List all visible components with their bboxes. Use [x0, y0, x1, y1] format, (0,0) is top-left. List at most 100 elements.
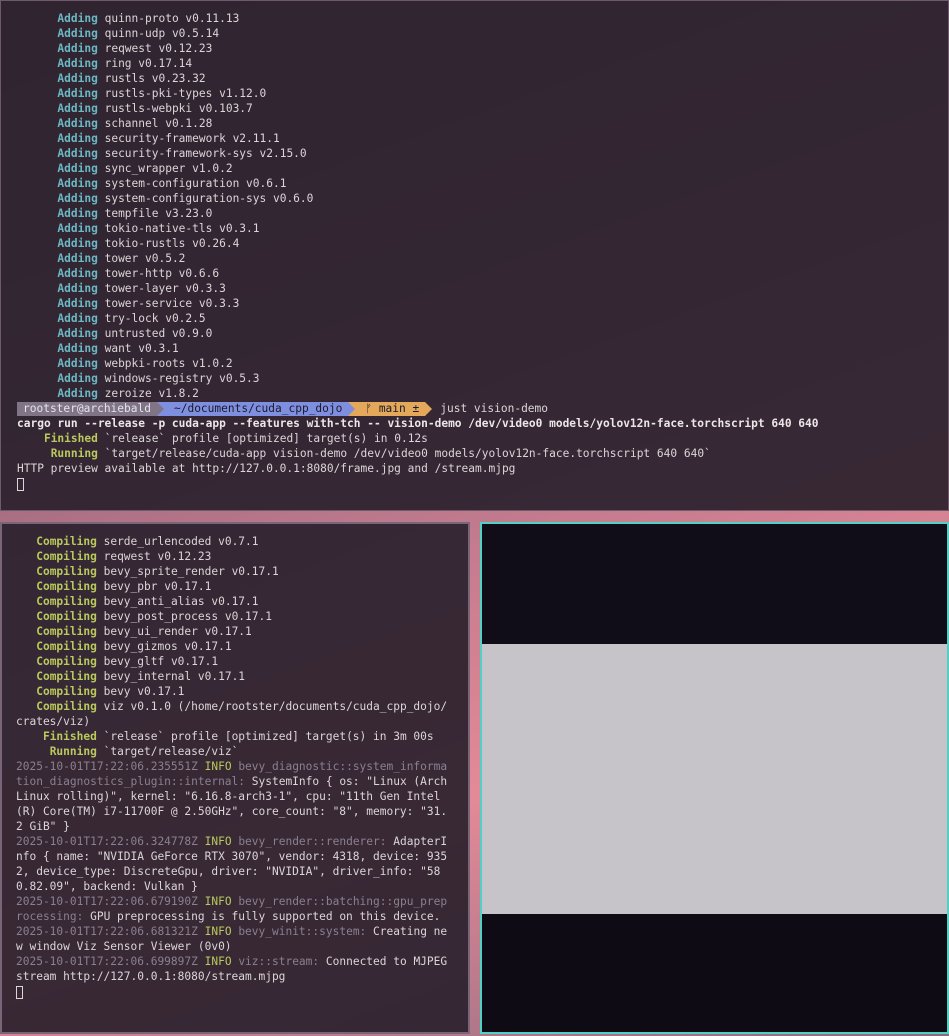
crate-name: try-lock v0.2.5: [104, 312, 206, 325]
compiling-line: Compiling bevy_pbr v0.17.1: [16, 579, 452, 594]
http-preview-line: HTTP preview available at http://127.0.0…: [17, 462, 516, 475]
compiling-label: Compiling: [36, 670, 97, 683]
adding-label: Adding: [57, 177, 98, 190]
compiling-line: Compiling bevy_ui_render v0.17.1: [16, 624, 452, 639]
terminal-cursor-line: [17, 476, 948, 491]
adding-label: Adding: [57, 372, 98, 385]
letterbox-bar-bottom: [482, 914, 947, 1032]
adding-line: Adding reqwest v0.12.23: [17, 41, 948, 56]
log-module: bevy_winit::system:: [238, 925, 367, 938]
adding-label: Adding: [57, 192, 98, 205]
running-line: Running `target/release/viz`: [16, 744, 468, 759]
log-level: INFO: [204, 955, 232, 968]
adding-label: Adding: [57, 327, 98, 340]
compiling-line: Compiling bevy_anti_alias v0.17.1: [16, 594, 452, 609]
adding-label: Adding: [57, 72, 98, 85]
finished-label: Finished: [43, 432, 98, 445]
compiling-line: Compiling bevy v0.17.1: [16, 684, 452, 699]
adding-line: Adding schannel v0.1.28: [17, 116, 948, 131]
adding-line: Adding tempfile v3.23.0: [17, 206, 948, 221]
log-level: INFO: [204, 895, 232, 908]
crate-name: bevy_sprite_render v0.17.1: [103, 565, 279, 578]
compiling-line: Compiling bevy_internal v0.17.1: [16, 669, 452, 684]
compiling-line: Compiling bevy_sprite_render v0.17.1: [16, 564, 452, 579]
finished-text: `release` profile [optimized] target(s) …: [104, 432, 428, 445]
crate-name: bevy_pbr v0.17.1: [103, 580, 212, 593]
finished-text: `release` profile [optimized] target(s) …: [103, 730, 434, 743]
adding-line: Adding tower v0.5.2: [17, 251, 948, 266]
adding-line: Adding system-configuration-sys v0.6.0: [17, 191, 948, 206]
adding-line: Adding want v0.3.1: [17, 341, 948, 356]
terminal-top[interactable]: Adding quinn-proto v0.11.13 Adding quinn…: [0, 0, 949, 511]
log-level: INFO: [204, 760, 232, 773]
adding-label: Adding: [57, 297, 98, 310]
adding-line: Adding tokio-rustls v0.26.4: [17, 236, 948, 251]
crate-name: webpki-roots v1.0.2: [104, 357, 233, 370]
crate-name: bevy v0.17.1: [103, 685, 185, 698]
adding-label: Adding: [57, 27, 98, 40]
log-module: bevy_render::renderer:: [238, 835, 387, 848]
terminal-cursor: [17, 477, 24, 491]
adding-line: Adding windows-registry v0.5.3: [17, 371, 948, 386]
adding-line: Adding rustls-pki-types v1.12.0: [17, 86, 948, 101]
compiling-label: Compiling: [36, 580, 97, 593]
crate-name: tokio-native-tls v0.3.1: [104, 222, 260, 235]
running-label: Running: [49, 745, 97, 758]
adding-line: Adding tower-http v0.6.6: [17, 266, 948, 281]
adding-label: Adding: [57, 162, 98, 175]
compiling-label: Compiling: [36, 595, 97, 608]
terminal-cursor: [16, 985, 23, 999]
compiling-line: Compiling reqwest v0.12.23: [16, 549, 452, 564]
log-list: 2025-10-01T17:22:06.235551Z INFO bevy_di…: [16, 759, 468, 984]
adding-list: Adding quinn-proto v0.11.13 Adding quinn…: [17, 11, 948, 401]
crate-name: reqwest v0.12.23: [103, 550, 212, 563]
finished-line: Finished `release` profile [optimized] t…: [17, 431, 948, 446]
compiling-line: Compiling viz v0.1.0 (/home/rootster/doc…: [16, 699, 452, 729]
compiling-label: Compiling: [36, 610, 97, 623]
running-label: Running: [50, 447, 98, 460]
crate-name: security-framework-sys v2.15.0: [104, 147, 307, 160]
prompt-separator-arrow: [348, 401, 356, 416]
crate-name: quinn-udp v0.5.14: [104, 27, 220, 40]
log-entry: 2025-10-01T17:22:06.681321Z INFO bevy_wi…: [16, 924, 452, 954]
adding-line: Adding zeroize v1.8.2: [17, 386, 948, 401]
adding-label: Adding: [57, 342, 98, 355]
crate-name: reqwest v0.12.23: [104, 42, 213, 55]
adding-line: Adding quinn-udp v0.5.14: [17, 26, 948, 41]
adding-line: Adding webpki-roots v1.0.2: [17, 356, 948, 371]
adding-line: Adding try-lock v0.2.5: [17, 311, 948, 326]
running-text: `target/release/cuda-app vision-demo /de…: [104, 447, 711, 460]
crate-name: tokio-rustls v0.26.4: [104, 237, 240, 250]
prompt-user-host: rootster@archiebald: [17, 401, 157, 416]
running-text: `target/release/viz`: [103, 745, 239, 758]
cargo-command: cargo run --release -p cuda-app --featur…: [17, 417, 819, 430]
adding-label: Adding: [57, 117, 98, 130]
log-module: viz::stream:: [238, 955, 320, 968]
shell-prompt: rootster@archiebald ~/documents/cuda_cpp…: [17, 401, 948, 416]
crate-name: quinn-proto v0.11.13: [104, 12, 240, 25]
adding-label: Adding: [57, 42, 98, 55]
prompt-command: just vision-demo: [440, 402, 549, 415]
compiling-list: Compiling serde_urlencoded v0.7.1 Compil…: [16, 534, 468, 729]
log-timestamp: 2025-10-01T17:22:06.681321Z: [16, 925, 198, 938]
log-entry: 2025-10-01T17:22:06.679190Z INFO bevy_re…: [16, 894, 452, 924]
crate-name: bevy_gizmos v0.17.1: [103, 640, 232, 653]
adding-line: Adding rustls-webpki v0.103.7: [17, 101, 948, 116]
log-entry: 2025-10-01T17:22:06.235551Z INFO bevy_di…: [16, 759, 452, 834]
adding-label: Adding: [57, 357, 98, 370]
log-timestamp: 2025-10-01T17:22:06.235551Z: [16, 760, 198, 773]
adding-line: Adding quinn-proto v0.11.13: [17, 11, 948, 26]
viz-sensor-viewer-window[interactable]: [480, 522, 949, 1034]
camera-frame-image: [482, 644, 947, 914]
adding-line: Adding sync_wrapper v1.0.2: [17, 161, 948, 176]
crate-name: untrusted v0.9.0: [104, 327, 213, 340]
crate-name: zeroize v1.8.2: [104, 387, 199, 400]
crate-name: bevy_gltf v0.17.1: [103, 655, 219, 668]
crate-name: ring v0.17.14: [104, 57, 193, 70]
prompt-separator-arrow: [156, 401, 164, 416]
log-entry: 2025-10-01T17:22:06.699897Z INFO viz::st…: [16, 954, 452, 984]
terminal-bottom-left[interactable]: Compiling serde_urlencoded v0.7.1 Compil…: [0, 522, 470, 1034]
crate-name: security-framework v2.11.1: [104, 132, 280, 145]
running-line: Running `target/release/cuda-app vision-…: [17, 446, 948, 461]
crate-name: rustls v0.23.32: [104, 72, 206, 85]
